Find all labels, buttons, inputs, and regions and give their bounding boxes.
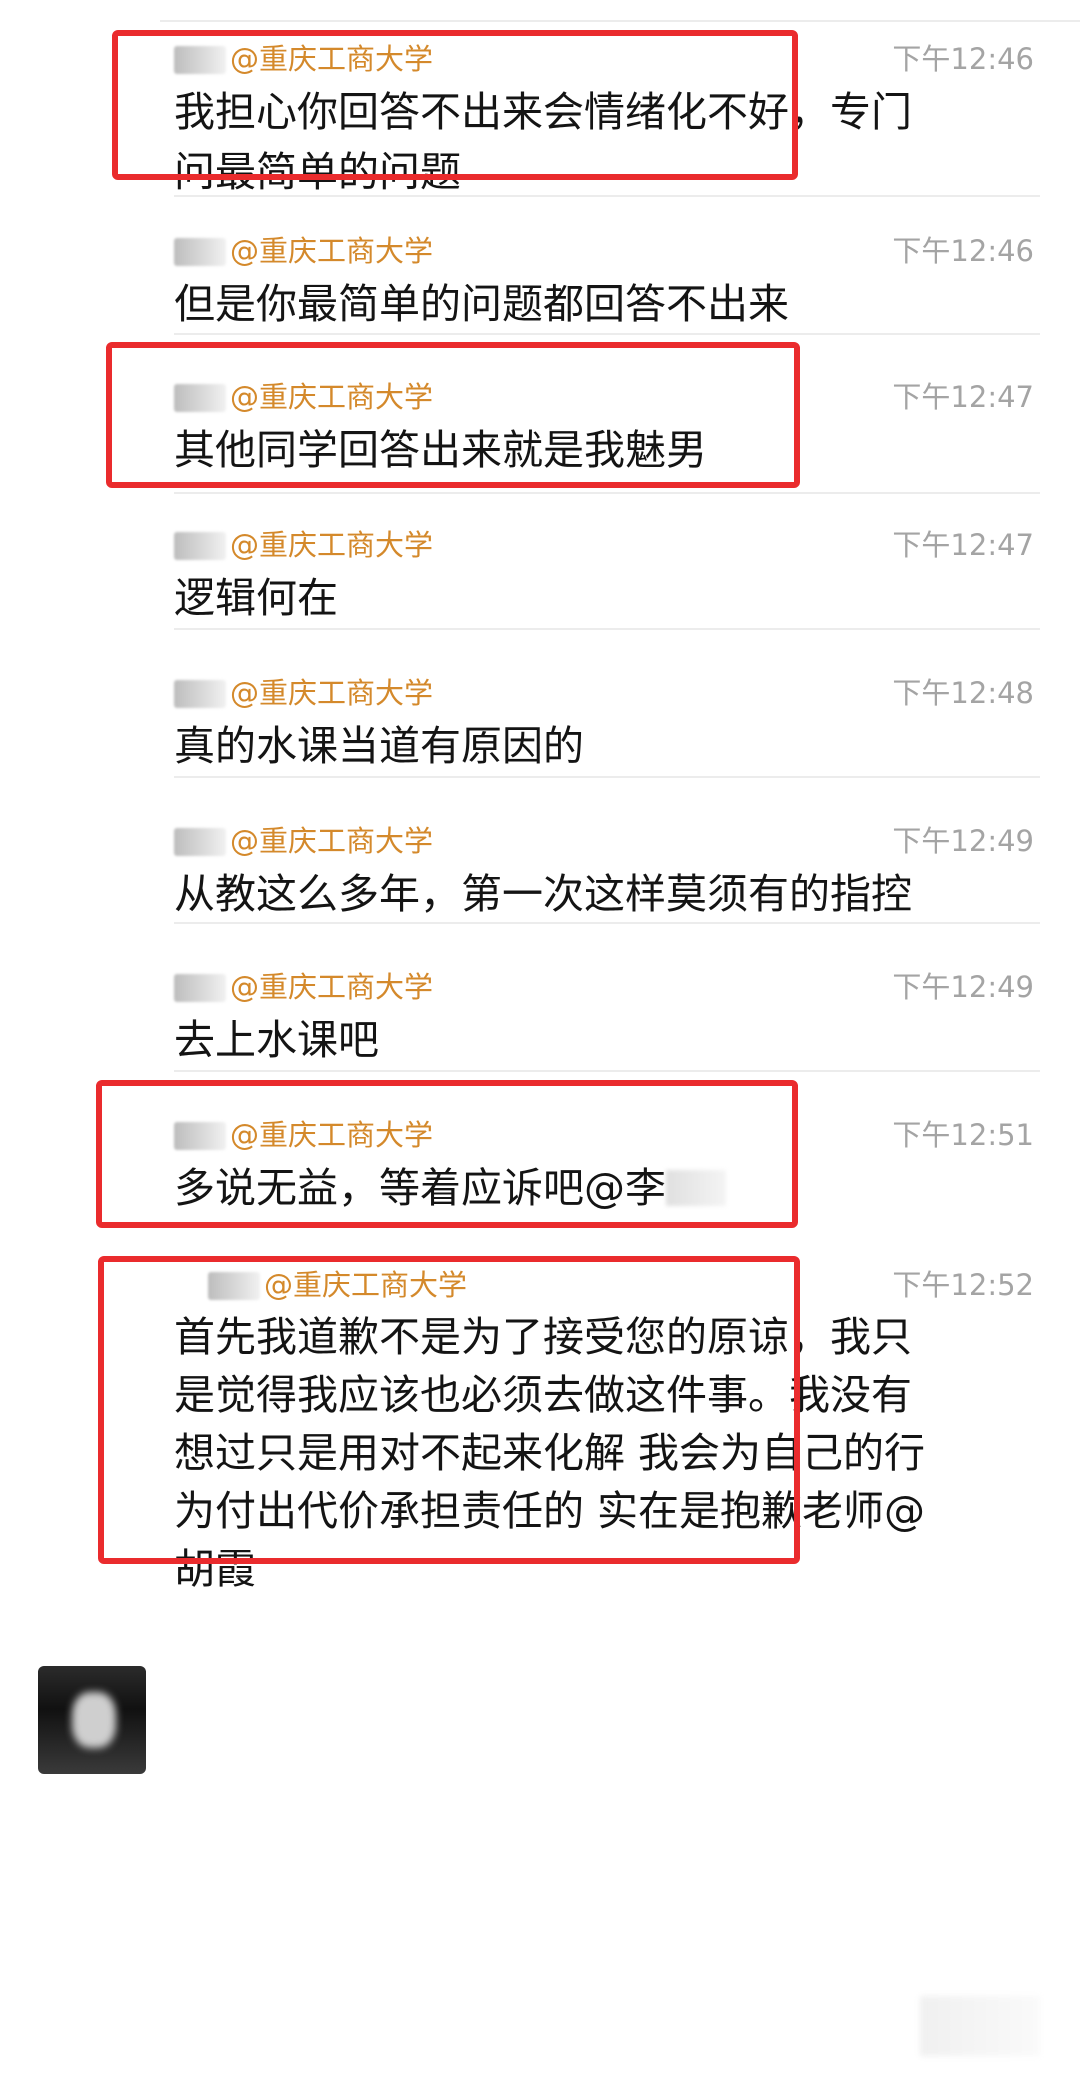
message-text: 真的水课当道有原因的 xyxy=(174,722,584,770)
message-time: 下午12:47 xyxy=(892,528,1034,562)
redacted-name xyxy=(174,828,226,856)
redacted-name xyxy=(174,238,226,266)
message-time: 下午12:48 xyxy=(892,676,1034,710)
divider xyxy=(174,628,1040,630)
message-time: 下午12:52 xyxy=(892,1268,1034,1302)
message-time: 下午12:49 xyxy=(892,824,1034,858)
top-divider xyxy=(160,0,1080,22)
highlight-box xyxy=(98,1256,800,1564)
divider xyxy=(174,333,1040,335)
message-text: 从教这么多年，第一次这样莫须有的指控 xyxy=(174,870,912,918)
sender-name[interactable]: @重庆工商大学 xyxy=(174,670,433,712)
avatar-face xyxy=(72,1692,116,1748)
redacted-name xyxy=(174,680,226,708)
highlight-box xyxy=(106,342,800,488)
redacted-name xyxy=(174,532,226,560)
message-time: 下午12:49 xyxy=(892,970,1034,1004)
message-item[interactable]: @重庆工商大学 下午12:46 但是你最简单的问题都回答不出来 xyxy=(174,228,1040,334)
divider xyxy=(174,1070,1040,1072)
message-item[interactable]: @重庆工商大学 下午12:49 去上水课吧 xyxy=(174,964,1040,1070)
sender-name[interactable]: @重庆工商大学 xyxy=(174,228,433,270)
message-time: 下午12:46 xyxy=(892,42,1034,76)
message-time: 下午12:47 xyxy=(892,380,1034,414)
avatar[interactable] xyxy=(38,1666,146,1774)
divider xyxy=(174,492,1040,494)
divider xyxy=(174,195,1040,197)
sender-name[interactable]: @重庆工商大学 xyxy=(174,522,433,564)
message-text: 逻辑何在 xyxy=(174,574,338,622)
message-text: 但是你最简单的问题都回答不出来 xyxy=(174,280,789,328)
highlight-box xyxy=(96,1080,798,1228)
message-item[interactable]: @重庆工商大学 下午12:47 逻辑何在 xyxy=(174,522,1040,628)
redacted-name xyxy=(174,974,226,1002)
divider xyxy=(174,922,1040,924)
message-item[interactable]: @重庆工商大学 下午12:48 真的水课当道有原因的 xyxy=(174,670,1040,776)
sender-name[interactable]: @重庆工商大学 xyxy=(174,964,433,1006)
sender-name[interactable]: @重庆工商大学 xyxy=(174,818,433,860)
watermark xyxy=(920,1996,1040,2056)
highlight-box xyxy=(112,30,798,180)
divider xyxy=(174,776,1040,778)
message-item[interactable]: @重庆工商大学 下午12:49 从教这么多年，第一次这样莫须有的指控 xyxy=(174,818,1040,924)
message-time: 下午12:51 xyxy=(892,1118,1034,1152)
message-text: 去上水课吧 xyxy=(174,1016,379,1064)
message-time: 下午12:46 xyxy=(892,234,1034,268)
